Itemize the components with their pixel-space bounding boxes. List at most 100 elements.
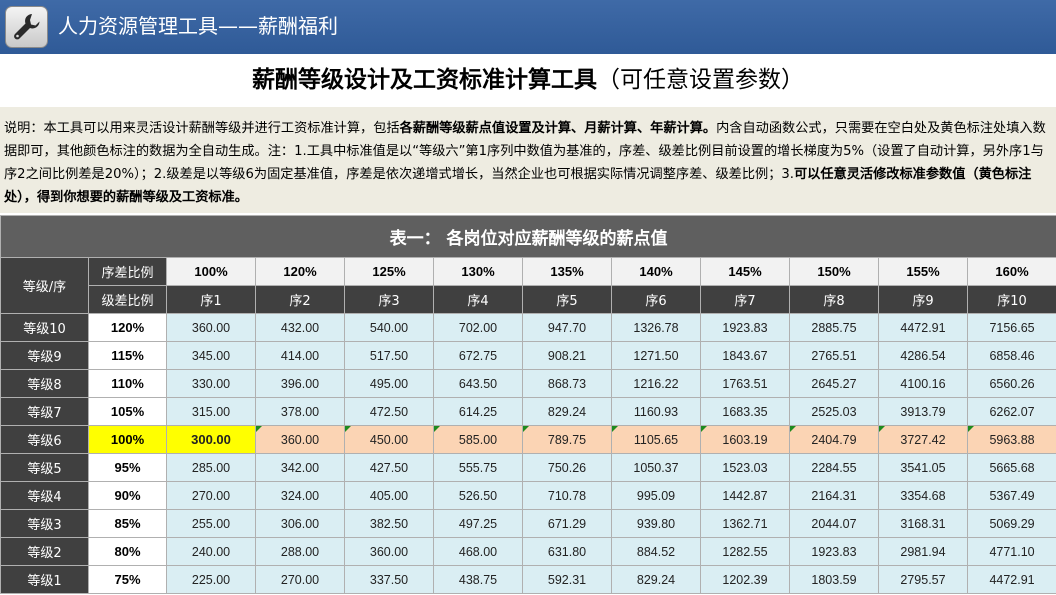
value-cell[interactable]: 468.00: [433, 537, 523, 566]
value-cell[interactable]: 3354.68: [878, 481, 968, 510]
value-cell[interactable]: 378.00: [255, 397, 345, 426]
value-cell[interactable]: 4472.91: [878, 313, 968, 342]
value-cell[interactable]: 1763.51: [700, 369, 790, 398]
seq-ratio-cell[interactable]: 135%: [522, 257, 612, 286]
value-cell[interactable]: 1105.65: [611, 425, 701, 454]
value-cell[interactable]: 360.00: [166, 313, 256, 342]
value-cell[interactable]: 432.00: [255, 313, 345, 342]
value-cell[interactable]: 884.52: [611, 537, 701, 566]
value-cell[interactable]: 947.70: [522, 313, 612, 342]
value-cell[interactable]: 285.00: [166, 453, 256, 482]
value-cell[interactable]: 450.00: [344, 425, 434, 454]
wrench-icon[interactable]: [5, 6, 48, 48]
value-cell[interactable]: 4771.10: [966, 537, 1056, 566]
value-cell[interactable]: 2284.55: [789, 453, 879, 482]
value-cell[interactable]: 495.00: [344, 369, 434, 398]
seq-ratio-cell[interactable]: 140%: [611, 257, 701, 286]
value-cell[interactable]: 337.50: [344, 565, 434, 594]
value-cell[interactable]: 240.00: [166, 537, 256, 566]
value-cell[interactable]: 1326.78: [611, 313, 701, 342]
value-cell[interactable]: 1523.03: [700, 453, 790, 482]
value-cell[interactable]: 5367.49: [966, 481, 1056, 510]
value-cell[interactable]: 288.00: [255, 537, 345, 566]
seq-ratio-cell[interactable]: 125%: [344, 257, 434, 286]
seq-ratio-cell[interactable]: 155%: [878, 257, 968, 286]
value-cell[interactable]: 1160.93: [611, 397, 701, 426]
value-cell[interactable]: 405.00: [344, 481, 434, 510]
value-cell[interactable]: 1683.35: [700, 397, 790, 426]
value-cell[interactable]: 1923.83: [700, 313, 790, 342]
seq-ratio-cell[interactable]: 145%: [700, 257, 790, 286]
value-cell[interactable]: 671.29: [522, 509, 612, 538]
value-cell[interactable]: 710.78: [522, 481, 612, 510]
value-cell[interactable]: 939.80: [611, 509, 701, 538]
value-cell[interactable]: 3913.79: [878, 397, 968, 426]
value-cell[interactable]: 2981.94: [878, 537, 968, 566]
value-cell[interactable]: 3541.05: [878, 453, 968, 482]
value-cell[interactable]: 1442.87: [700, 481, 790, 510]
value-cell[interactable]: 255.00: [166, 509, 256, 538]
value-cell[interactable]: 1271.50: [611, 341, 701, 370]
value-cell[interactable]: 1803.59: [789, 565, 879, 594]
value-cell[interactable]: 427.50: [344, 453, 434, 482]
value-cell[interactable]: 1282.55: [700, 537, 790, 566]
value-cell[interactable]: 1050.37: [611, 453, 701, 482]
value-cell[interactable]: 2044.07: [789, 509, 879, 538]
value-cell[interactable]: 3168.31: [878, 509, 968, 538]
value-cell[interactable]: 396.00: [255, 369, 345, 398]
value-cell[interactable]: 614.25: [433, 397, 523, 426]
value-cell[interactable]: 517.50: [344, 341, 434, 370]
value-cell[interactable]: 643.50: [433, 369, 523, 398]
value-cell[interactable]: 2164.31: [789, 481, 879, 510]
value-cell[interactable]: 345.00: [166, 341, 256, 370]
value-cell[interactable]: 1843.67: [700, 341, 790, 370]
value-cell[interactable]: 300.00: [166, 425, 256, 454]
value-cell[interactable]: 225.00: [166, 565, 256, 594]
value-cell[interactable]: 1923.83: [789, 537, 879, 566]
value-cell[interactable]: 315.00: [166, 397, 256, 426]
value-cell[interactable]: 7156.65: [966, 313, 1056, 342]
seq-ratio-cell[interactable]: 160%: [966, 257, 1056, 286]
grade-ratio-cell[interactable]: 100%: [88, 425, 167, 454]
value-cell[interactable]: 324.00: [255, 481, 345, 510]
value-cell[interactable]: 497.25: [433, 509, 523, 538]
value-cell[interactable]: 672.75: [433, 341, 523, 370]
value-cell[interactable]: 585.00: [433, 425, 523, 454]
value-cell[interactable]: 472.50: [344, 397, 434, 426]
seq-ratio-cell[interactable]: 130%: [433, 257, 523, 286]
value-cell[interactable]: 6560.26: [966, 369, 1056, 398]
value-cell[interactable]: 360.00: [255, 425, 345, 454]
value-cell[interactable]: 330.00: [166, 369, 256, 398]
value-cell[interactable]: 2795.57: [878, 565, 968, 594]
value-cell[interactable]: 526.50: [433, 481, 523, 510]
value-cell[interactable]: 306.00: [255, 509, 345, 538]
value-cell[interactable]: 4472.91: [966, 565, 1056, 594]
value-cell[interactable]: 702.00: [433, 313, 523, 342]
seq-ratio-cell[interactable]: 150%: [789, 257, 879, 286]
value-cell[interactable]: 5069.29: [966, 509, 1056, 538]
value-cell[interactable]: 382.50: [344, 509, 434, 538]
value-cell[interactable]: 1603.19: [700, 425, 790, 454]
value-cell[interactable]: 1202.39: [700, 565, 790, 594]
value-cell[interactable]: 4100.16: [878, 369, 968, 398]
value-cell[interactable]: 414.00: [255, 341, 345, 370]
value-cell[interactable]: 438.75: [433, 565, 523, 594]
value-cell[interactable]: 995.09: [611, 481, 701, 510]
value-cell[interactable]: 2525.03: [789, 397, 879, 426]
value-cell[interactable]: 3727.42: [878, 425, 968, 454]
seq-ratio-cell[interactable]: 120%: [255, 257, 345, 286]
value-cell[interactable]: 4286.54: [878, 341, 968, 370]
value-cell[interactable]: 2404.79: [789, 425, 879, 454]
value-cell[interactable]: 750.26: [522, 453, 612, 482]
value-cell[interactable]: 631.80: [522, 537, 612, 566]
value-cell[interactable]: 1362.71: [700, 509, 790, 538]
value-cell[interactable]: 5963.88: [966, 425, 1056, 454]
value-cell[interactable]: 270.00: [255, 565, 345, 594]
value-cell[interactable]: 555.75: [433, 453, 523, 482]
value-cell[interactable]: 540.00: [344, 313, 434, 342]
value-cell[interactable]: 592.31: [522, 565, 612, 594]
value-cell[interactable]: 1216.22: [611, 369, 701, 398]
value-cell[interactable]: 2645.27: [789, 369, 879, 398]
value-cell[interactable]: 6858.46: [966, 341, 1056, 370]
value-cell[interactable]: 789.75: [522, 425, 612, 454]
